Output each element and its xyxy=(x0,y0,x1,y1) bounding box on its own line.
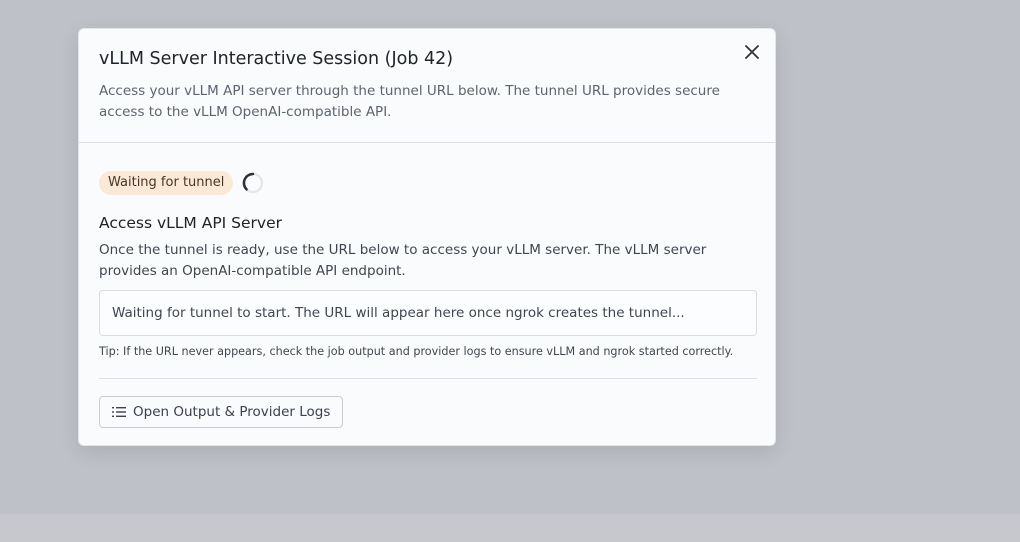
page-background-band xyxy=(0,514,1020,542)
open-logs-button-label: Open Output & Provider Logs xyxy=(133,404,331,420)
modal-title: vLLM Server Interactive Session (Job 42) xyxy=(99,49,454,69)
open-logs-button[interactable]: Open Output & Provider Logs xyxy=(99,396,344,428)
close-button[interactable] xyxy=(741,41,763,63)
modal-description: Access your vLLM API server through the … xyxy=(99,83,720,120)
loading-spinner-icon xyxy=(243,172,264,194)
access-section-title: Access vLLM API Server xyxy=(99,214,283,232)
list-icon xyxy=(112,407,126,417)
tip-text: Tip: If the URL never appears, check the… xyxy=(99,345,734,358)
tunnel-url-field[interactable]: Waiting for tunnel to start. The URL wil… xyxy=(99,290,757,336)
status-row: Waiting for tunnel xyxy=(99,171,265,195)
access-section-description: Once the tunnel is ready, use the URL be… xyxy=(99,242,707,279)
interactive-session-modal: vLLM Server Interactive Session (Job 42)… xyxy=(78,28,776,446)
modal-header: vLLM Server Interactive Session (Job 42)… xyxy=(79,29,775,143)
close-icon xyxy=(745,45,759,59)
divider xyxy=(99,378,757,379)
status-badge: Waiting for tunnel xyxy=(99,171,234,195)
